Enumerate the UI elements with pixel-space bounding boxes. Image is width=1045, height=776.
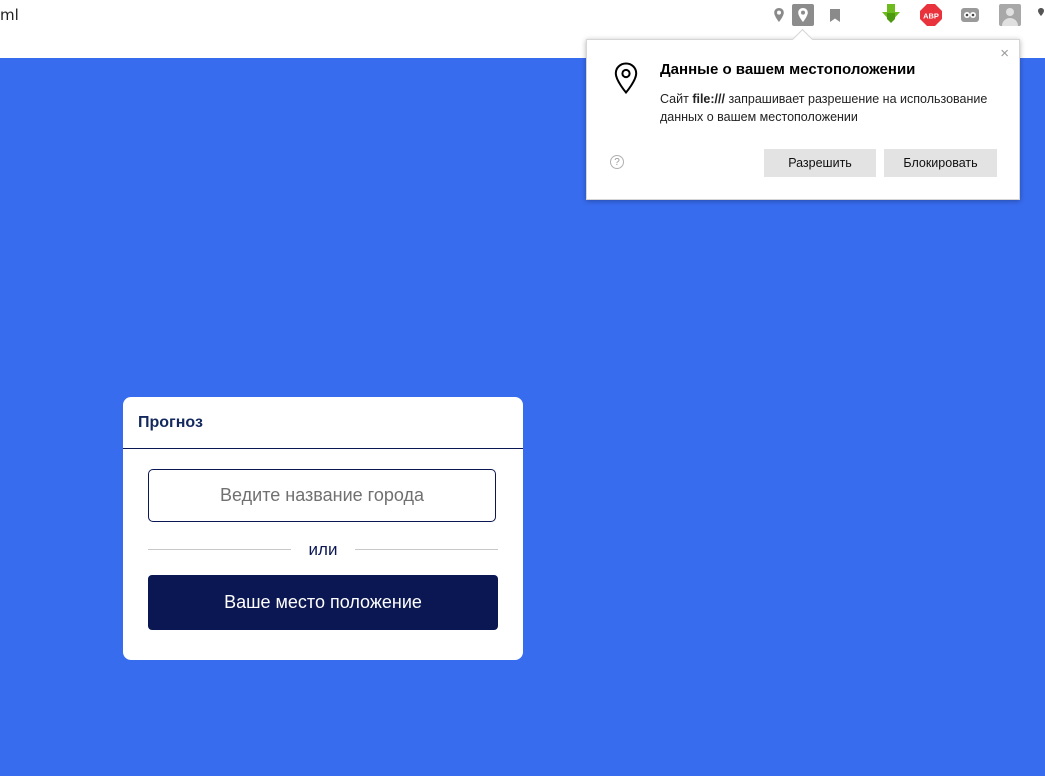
extension-icon[interactable] bbox=[959, 4, 981, 26]
popup-title: Данные о вашем местоположении bbox=[660, 61, 916, 78]
or-divider: или bbox=[148, 538, 498, 562]
popup-message: Сайт file:/// запрашивает разрешение на … bbox=[660, 90, 1000, 126]
profile-icon[interactable] bbox=[999, 4, 1021, 26]
block-button[interactable]: Блокировать bbox=[884, 149, 997, 177]
more-icon[interactable] bbox=[1036, 4, 1045, 26]
location-permission-popup: × Данные о вашем местоположении Сайт fil… bbox=[586, 28, 1020, 200]
use-my-location-button[interactable]: Ваше место положение bbox=[148, 575, 498, 630]
close-icon[interactable]: × bbox=[1000, 46, 1009, 61]
adblock-icon[interactable]: ABP bbox=[920, 4, 942, 26]
bookmark-icon[interactable] bbox=[824, 4, 846, 26]
help-icon[interactable]: ? bbox=[610, 155, 624, 169]
city-search-input[interactable] bbox=[148, 469, 496, 522]
address-bar-text[interactable]: ml bbox=[0, 6, 19, 24]
download-icon[interactable] bbox=[880, 4, 902, 26]
divider-line-right bbox=[355, 549, 498, 550]
forecast-card: Прогноз или Ваше место положение bbox=[123, 397, 523, 660]
popup-site: file:/// bbox=[692, 92, 725, 106]
adblock-label: ABP bbox=[923, 12, 939, 21]
popup-text-prefix: Сайт bbox=[660, 92, 693, 106]
map-pin-icon bbox=[614, 62, 638, 99]
or-label: или bbox=[308, 540, 338, 559]
location-active-icon[interactable] bbox=[792, 4, 814, 26]
location-pin-icon[interactable] bbox=[768, 4, 790, 26]
card-title: Прогноз bbox=[123, 397, 523, 449]
allow-button[interactable]: Разрешить bbox=[764, 149, 876, 177]
